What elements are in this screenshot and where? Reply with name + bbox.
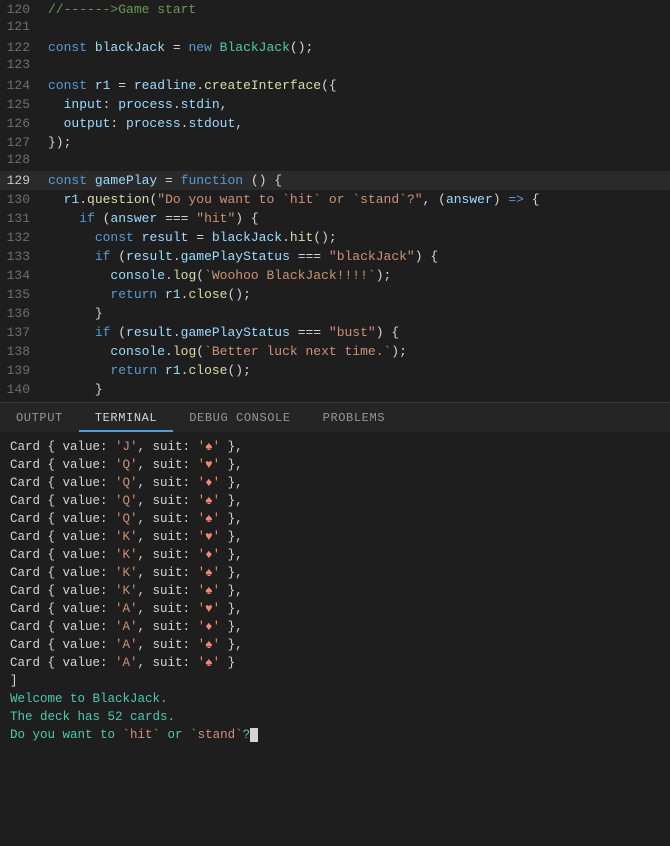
line-content: }	[48, 380, 103, 399]
tab-output[interactable]: OUTPUT	[0, 406, 79, 432]
terminal-output: Card { value: 'J', suit: '♠' },Card { va…	[0, 432, 670, 846]
terminal-line: Card { value: 'A', suit: '♦' },	[10, 618, 660, 636]
code-line: 128	[0, 152, 670, 171]
terminal-line: Card { value: 'K', suit: '♠' },	[10, 582, 660, 600]
tab-terminal[interactable]: TERMINAL	[79, 406, 173, 432]
tab-problems[interactable]: PROBLEMS	[307, 406, 401, 432]
terminal-line: Card { value: 'K', suit: '♥' },	[10, 528, 660, 546]
code-line: 130 r1.question("Do you want to `hit` or…	[0, 190, 670, 209]
terminal-line: ]	[10, 672, 660, 690]
code-line: 132 const result = blackJack.hit();	[0, 228, 670, 247]
line-content: if (result.gamePlayStatus === "bust") {	[48, 323, 399, 342]
terminal-line: Card { value: 'Q', suit: '♠' },	[10, 492, 660, 510]
line-content: input: process.stdin,	[48, 95, 227, 114]
code-line: 131 if (answer === "hit") {	[0, 209, 670, 228]
terminal-line: Do you want to `hit` or `stand`?	[10, 726, 660, 744]
code-line: 129 const gamePlay = function () {	[0, 171, 670, 190]
line-content: }	[48, 304, 103, 323]
code-editor: 120 //------>Game start 121 122 const blackJ…	[0, 0, 670, 402]
terminal-line: The deck has 52 cards.	[10, 708, 660, 726]
line-content: const r1 = readline.createInterface({	[48, 76, 337, 95]
line-number: 123	[0, 57, 42, 72]
line-number: 124	[0, 78, 42, 93]
code-line: 122 const blackJack = new BlackJack();	[0, 38, 670, 57]
code-line: 124 const r1 = readline.createInterface({	[0, 76, 670, 95]
code-line: 127});	[0, 133, 670, 152]
code-line: 121	[0, 19, 670, 38]
line-content: const result = blackJack.hit();	[48, 228, 337, 247]
line-number: 129	[0, 173, 42, 188]
line-content: r1.question("Do you want to `hit` or `st…	[48, 190, 540, 209]
line-content: return r1.close();	[48, 361, 251, 380]
line-content: if (result.gamePlayStatus === "blackJack…	[48, 247, 438, 266]
code-line: 137 if (result.gamePlayStatus === "bust"…	[0, 323, 670, 342]
line-number: 120	[0, 2, 42, 17]
terminal-line: Card { value: 'A', suit: '♠' },	[10, 636, 660, 654]
code-line: 139 return r1.close();	[0, 361, 670, 380]
line-number: 131	[0, 211, 42, 226]
line-number: 135	[0, 287, 42, 302]
line-number: 134	[0, 268, 42, 283]
line-number: 128	[0, 152, 42, 167]
line-number: 138	[0, 344, 42, 359]
code-line: 133 if (result.gamePlayStatus === "black…	[0, 247, 670, 266]
terminal-line: Welcome to BlackJack.	[10, 690, 660, 708]
terminal-line: Card { value: 'A', suit: '♠' }	[10, 654, 660, 672]
line-content: return r1.close();	[48, 285, 251, 304]
line-content: }	[48, 399, 87, 402]
line-number: 139	[0, 363, 42, 378]
line-content: const blackJack = new BlackJack();	[48, 38, 313, 57]
line-number: 137	[0, 325, 42, 340]
line-content: output: process.stdout,	[48, 114, 243, 133]
terminal-line: Card { value: 'K', suit: '♦' },	[10, 546, 660, 564]
code-line: 135 return r1.close();	[0, 285, 670, 304]
line-number: 140	[0, 382, 42, 397]
code-line: 136 }	[0, 304, 670, 323]
code-line: 138 console.log(`Better luck next time.`…	[0, 342, 670, 361]
code-line: 140 }	[0, 380, 670, 399]
terminal-line: Card { value: 'Q', suit: '♥' },	[10, 456, 660, 474]
line-content: //------>Game start	[48, 0, 196, 19]
line-number: 130	[0, 192, 42, 207]
line-number: 141	[0, 401, 42, 402]
line-number: 127	[0, 135, 42, 150]
line-number: 132	[0, 230, 42, 245]
line-content: });	[48, 133, 71, 152]
terminal-line: Card { value: 'Q', suit: '♠' },	[10, 510, 660, 528]
line-number: 133	[0, 249, 42, 264]
terminal-line: Card { value: 'K', suit: '♠' },	[10, 564, 660, 582]
line-number: 125	[0, 97, 42, 112]
tab-debug-console[interactable]: DEBUG CONSOLE	[173, 406, 306, 432]
code-line: 134 console.log(`Woohoo BlackJack!!!!`);	[0, 266, 670, 285]
terminal-line: Card { value: 'Q', suit: '♦' },	[10, 474, 660, 492]
code-line: 141 }	[0, 399, 670, 402]
line-content: console.log(`Woohoo BlackJack!!!!`);	[48, 266, 391, 285]
line-content: const gamePlay = function () {	[48, 171, 282, 190]
terminal-line: Card { value: 'A', suit: '♥' },	[10, 600, 660, 618]
code-line: 125 input: process.stdin,	[0, 95, 670, 114]
code-line: 126 output: process.stdout,	[0, 114, 670, 133]
code-line: 123	[0, 57, 670, 76]
terminal-line: Card { value: 'J', suit: '♠' },	[10, 438, 660, 456]
line-number: 121	[0, 19, 42, 34]
line-content: console.log(`Better luck next time.`);	[48, 342, 407, 361]
line-number: 126	[0, 116, 42, 131]
terminal-tab-bar: OUTPUT TERMINAL DEBUG CONSOLE PROBLEMS	[0, 402, 670, 432]
line-number: 136	[0, 306, 42, 321]
code-line: 120 //------>Game start	[0, 0, 670, 19]
line-number: 122	[0, 40, 42, 55]
line-content: if (answer === "hit") {	[48, 209, 259, 228]
